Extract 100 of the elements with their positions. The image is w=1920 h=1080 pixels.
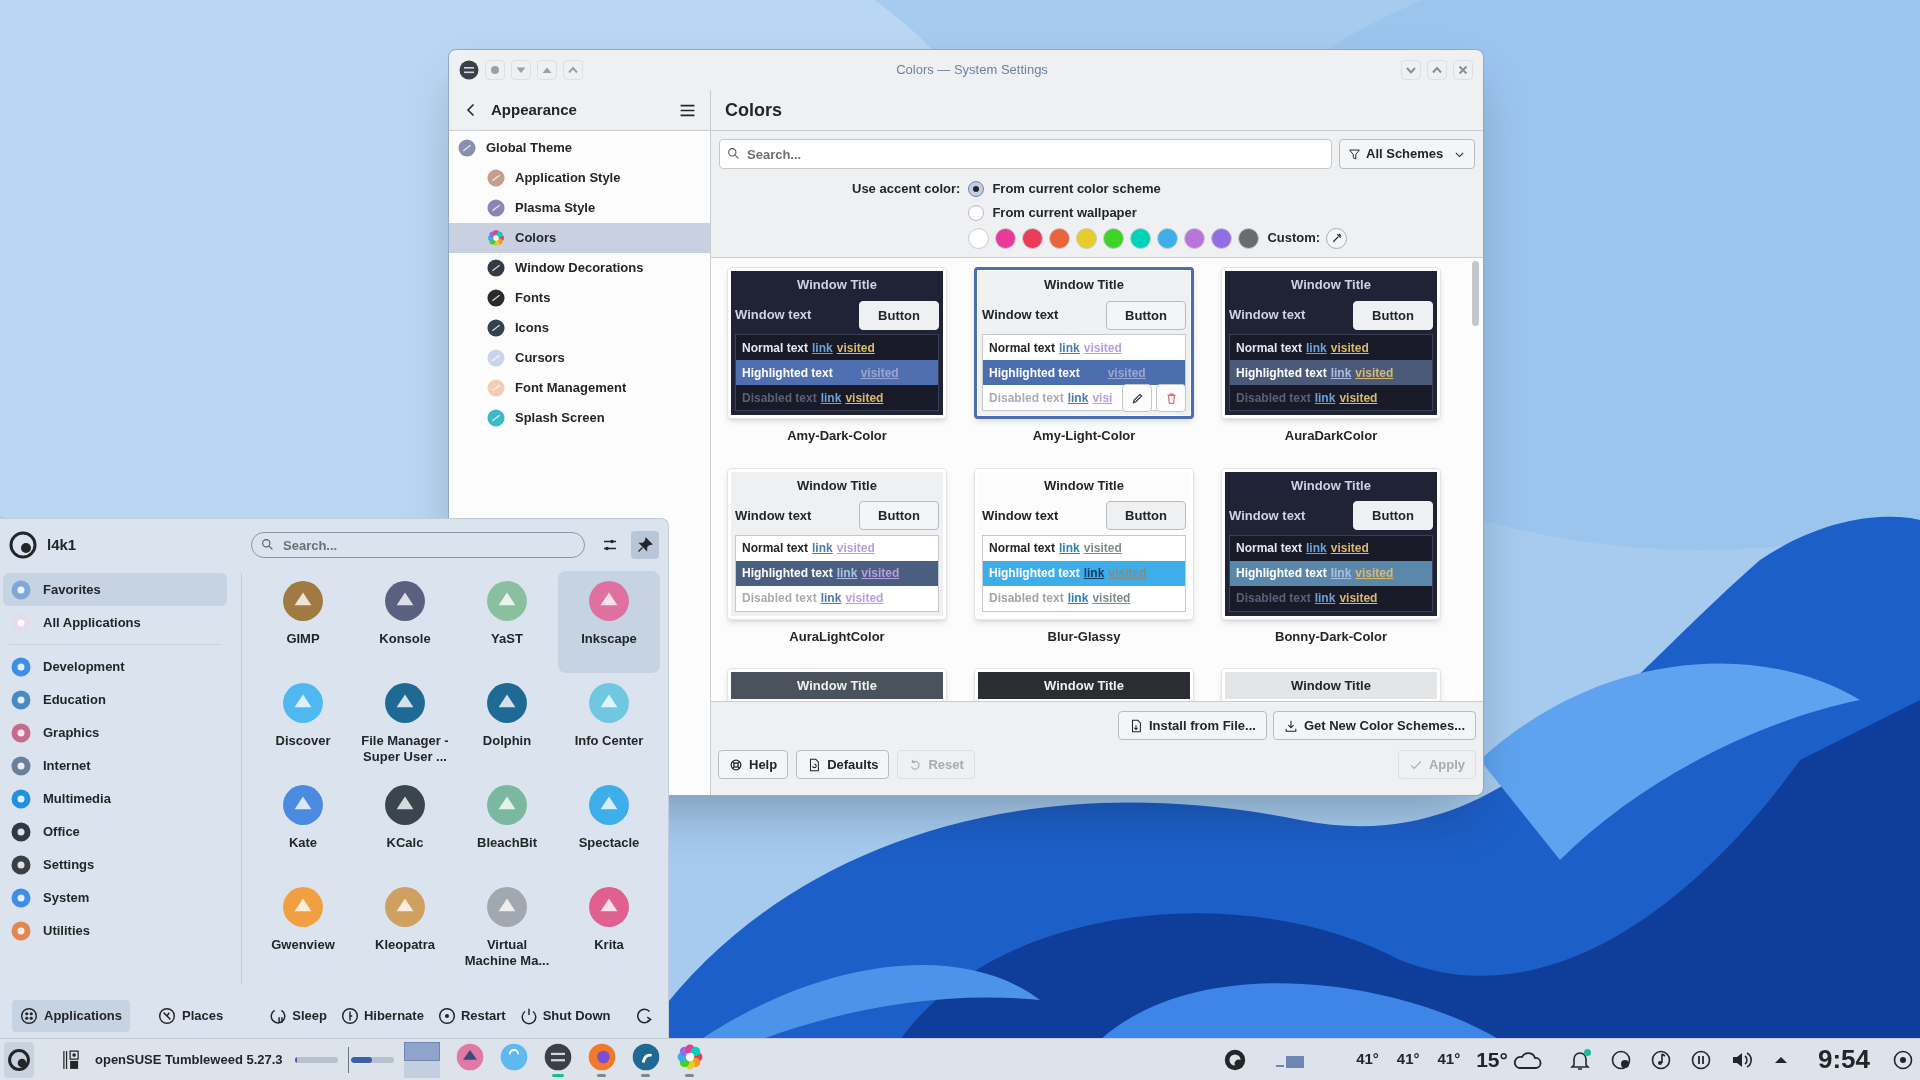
scheme-card[interactable]: Window Title Window text Button Normal text link visited Highlighted text visited Disabled text link visited <box>727 267 947 419</box>
defaults-button[interactable]: Defaults <box>796 750 890 779</box>
app-tile[interactable]: Dolphin <box>456 673 558 775</box>
app-tile[interactable]: Info Center <box>558 673 660 775</box>
avatar-icon[interactable] <box>9 531 37 559</box>
sidebar-item[interactable]: Cursors <box>449 343 710 373</box>
close-button[interactable] <box>1453 60 1473 80</box>
maximize-button[interactable] <box>1427 60 1447 80</box>
sample-visited: visited <box>1083 540 1122 557</box>
app-tile[interactable]: File Manager - Super User ... <box>354 673 456 775</box>
radio-button[interactable] <box>968 181 985 197</box>
color-swatch[interactable] <box>1211 227 1233 249</box>
sidebar-item[interactable]: Splash Screen <box>449 403 710 433</box>
color-swatch[interactable] <box>1049 227 1071 249</box>
app-tile[interactable]: YaST <box>456 571 558 673</box>
delete-button[interactable] <box>1156 384 1186 412</box>
radio-option[interactable]: From current wallpaper <box>968 201 1475 225</box>
sidebar-item[interactable]: Global Theme <box>449 133 710 163</box>
category-icon <box>11 612 31 633</box>
music-note-icon[interactable] <box>1649 1048 1672 1071</box>
radio-button[interactable] <box>968 205 985 221</box>
app-tile[interactable]: Kate <box>252 775 354 877</box>
scheme-card[interactable]: Window Title <box>1221 668 1441 701</box>
preview-button: Button <box>1106 501 1186 530</box>
sample-link: link <box>820 590 842 607</box>
app-tile[interactable]: Kleopatra <box>354 877 456 979</box>
sidebar-item[interactable]: Window Decorations <box>449 253 710 283</box>
category-item[interactable]: System <box>3 881 227 914</box>
get-new-button[interactable]: Get New Color Schemes... <box>1272 711 1476 740</box>
power-button[interactable]: Restart <box>437 1001 506 1031</box>
app-tile[interactable]: Discover <box>252 673 354 775</box>
pause-icon[interactable] <box>1689 1048 1712 1071</box>
pin-button[interactable] <box>631 531 659 559</box>
minimize-button[interactable] <box>1401 60 1421 80</box>
settings-app-icon[interactable] <box>459 60 479 80</box>
clock[interactable]: 9:54 <box>1817 1040 1870 1079</box>
scheme-card[interactable]: Window Title Window text Button Normal text link visited Highlighted text link visited Disabled text link visited <box>974 467 1194 620</box>
sidebar-item[interactable]: Fonts <box>449 283 710 313</box>
category-item[interactable]: Office <box>3 815 227 848</box>
app-tile[interactable]: Spectacle <box>558 775 660 877</box>
category-item[interactable]: Internet <box>3 749 227 782</box>
launcher-tab[interactable]: Places <box>150 1000 232 1032</box>
app-tile[interactable]: Inkscape <box>558 571 660 673</box>
color-swatch[interactable] <box>1238 227 1260 249</box>
category-item[interactable]: Graphics <box>3 716 227 749</box>
scheme-card[interactable]: Window Title Window text Button Normal text link visited Highlighted text link visited Disabled text link visited <box>1221 267 1441 419</box>
app-tile[interactable]: KCalc <box>354 775 456 877</box>
notifications-button[interactable] <box>1567 1047 1592 1072</box>
category-icon <box>11 755 31 776</box>
app-tile[interactable]: BleachBit <box>456 775 558 877</box>
search-field[interactable]: Search... <box>251 532 585 558</box>
color-swatch[interactable] <box>995 227 1017 249</box>
color-swatch[interactable] <box>1184 227 1206 249</box>
search-field[interactable]: Search... <box>719 139 1332 169</box>
app-tile[interactable]: Konsole <box>354 571 456 673</box>
desktop-pager[interactable] <box>403 1041 440 1078</box>
category-item[interactable]: Settings <box>3 848 227 881</box>
launcher-tab[interactable]: Applications <box>12 1000 130 1032</box>
category-item[interactable]: Multimedia <box>3 782 227 815</box>
show-desktop-icon[interactable] <box>1892 1048 1914 1071</box>
color-swatch[interactable] <box>1103 227 1125 249</box>
app-tile[interactable]: Krita <box>558 877 660 979</box>
sidebar-item[interactable]: Plasma Style <box>449 193 710 223</box>
scrollbar[interactable] <box>1472 261 1479 326</box>
color-swatch[interactable] <box>1022 227 1044 249</box>
window-list-icon[interactable] <box>63 1048 79 1071</box>
help-button[interactable]: Help <box>718 750 789 779</box>
file-manager-icon <box>631 1042 660 1071</box>
app-tile[interactable]: Virtual Machine Ma... <box>456 877 558 979</box>
category-item[interactable]: All Applications <box>3 606 227 639</box>
sidebar-item[interactable]: Font Management <box>449 373 710 403</box>
edit-button[interactable] <box>1122 384 1152 412</box>
sidebar-item[interactable]: Application Style <box>449 163 710 193</box>
category-item[interactable]: Favorites <box>3 573 227 606</box>
color-swatch[interactable] <box>1076 227 1098 249</box>
scheme-card[interactable]: Window Title Window text Button Normal text link visited Highlighted text visited Disabled text link visi <box>974 267 1194 419</box>
category-item[interactable]: Education <box>3 683 227 716</box>
category-icon <box>11 722 31 743</box>
color-swatch[interactable] <box>968 227 990 249</box>
install-button[interactable]: Install from File... <box>1117 711 1267 740</box>
sidebar-item[interactable]: Colors <box>449 223 710 253</box>
sidebar-item[interactable]: Icons <box>449 313 710 343</box>
radio-option[interactable]: From current color scheme <box>968 177 1475 201</box>
power-button[interactable]: Shut Down <box>519 1001 611 1031</box>
sample-link: link <box>1306 339 1327 357</box>
app-tile[interactable]: Gwenview <box>252 877 354 979</box>
color-swatch[interactable] <box>1130 227 1152 249</box>
scheme-card[interactable]: Window Title <box>727 668 947 701</box>
scheme-card[interactable]: Window Title <box>974 668 1194 701</box>
power-button[interactable]: Hibernate <box>340 1001 424 1031</box>
app-tile[interactable]: GIMP <box>252 571 354 673</box>
color-picker-button[interactable] <box>1326 227 1348 249</box>
category-item[interactable]: Development <box>3 650 227 683</box>
power-button[interactable]: Sleep <box>269 1001 327 1031</box>
filter-dropdown[interactable]: All Schemes <box>1339 139 1475 169</box>
color-swatch[interactable] <box>1157 227 1179 249</box>
scheme-card[interactable]: Window Title Window text Button Normal text link visited Highlighted text link visited Disabled text link visited <box>1221 467 1441 620</box>
category-item[interactable]: Utilities <box>3 914 227 947</box>
launcher-button[interactable] <box>4 1041 34 1078</box>
scheme-card[interactable]: Window Title Window text Button Normal text link visited Highlighted text link visited Disabled text link visited <box>727 467 947 620</box>
